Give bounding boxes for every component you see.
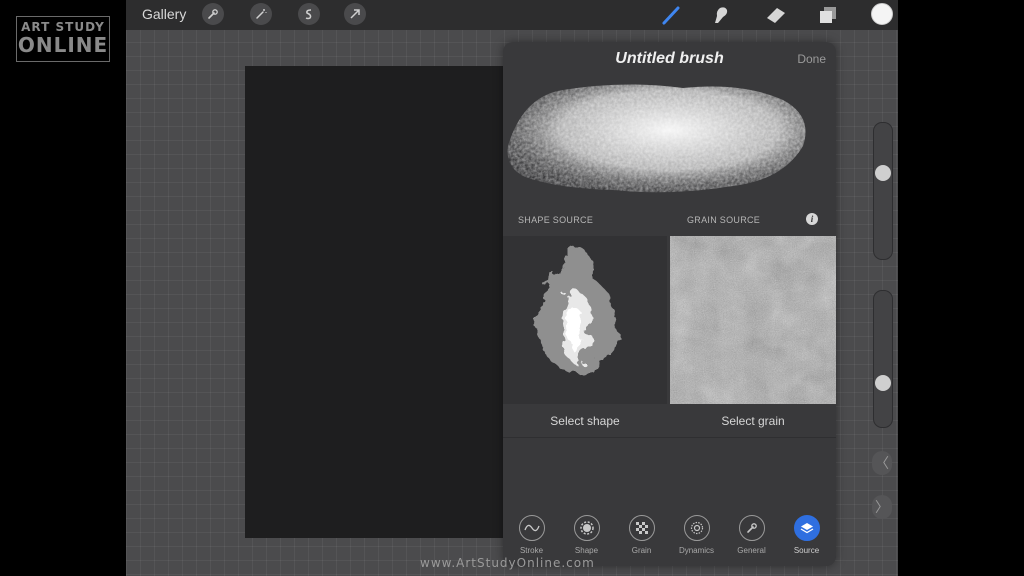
tab-dynamics[interactable]: Dynamics <box>669 515 724 555</box>
art-study-online-logo: ART STUDY ONLINE <box>16 16 110 62</box>
color-swatch[interactable] <box>871 3 893 25</box>
wrench-icon[interactable] <box>202 3 224 25</box>
selection-icon[interactable] <box>298 3 320 25</box>
tab-label: Source <box>793 546 820 555</box>
tab-label: Stroke <box>519 546 544 555</box>
top-toolbar: Gallery <box>126 0 898 30</box>
tab-stroke[interactable]: Stroke <box>504 515 559 555</box>
layers-icon[interactable] <box>815 4 841 26</box>
brush-size-slider[interactable] <box>873 122 893 260</box>
grain-source-thumbnail[interactable] <box>670 236 836 404</box>
opacity-knob[interactable] <box>875 375 891 391</box>
source-layers-icon <box>793 515 820 541</box>
select-shape-button[interactable]: Select shape <box>510 414 660 428</box>
chevron-left-icon[interactable]: 〈 <box>872 451 892 475</box>
grain-source-label: GRAIN SOURCE <box>687 215 761 225</box>
general-wrench-icon <box>738 515 765 541</box>
panel-title: Untitled brush <box>615 50 724 67</box>
done-button[interactable]: Done <box>797 52 826 66</box>
chevron-right-icon[interactable]: 〉 <box>872 495 892 519</box>
magic-wand-icon[interactable] <box>250 3 272 25</box>
transform-arrow-icon[interactable] <box>344 3 366 25</box>
tab-label: Shape <box>574 546 599 555</box>
logo-line-1: ART STUDY <box>21 20 105 34</box>
tab-shape[interactable]: Shape <box>559 515 614 555</box>
select-grain-button[interactable]: Select grain <box>678 414 828 428</box>
opacity-slider[interactable] <box>873 290 893 428</box>
tab-general[interactable]: General <box>724 515 779 555</box>
tab-source[interactable]: Source <box>779 515 834 555</box>
shape-source-thumbnail[interactable] <box>503 236 667 404</box>
footer-url: www.ArtStudyOnline.com <box>420 556 595 570</box>
brush-source-panel: Untitled brush Done SHAPE SOURCE GRAIN S… <box>503 42 836 566</box>
eraser-icon[interactable] <box>763 4 789 26</box>
smudge-icon[interactable] <box>708 4 734 26</box>
shape-source-label: SHAPE SOURCE <box>518 215 594 225</box>
brush-size-knob[interactable] <box>875 165 891 181</box>
tab-label: General <box>737 546 766 555</box>
brush-stroke-preview <box>503 76 836 196</box>
tab-grain[interactable]: Grain <box>614 515 669 555</box>
logo-line-2: ONLINE <box>17 33 109 57</box>
shape-gear-icon <box>573 515 600 541</box>
drawing-canvas[interactable] <box>245 66 505 538</box>
grain-checker-icon <box>628 515 655 541</box>
tab-label: Grain <box>631 546 652 555</box>
dynamics-spiral-icon <box>683 515 710 541</box>
info-icon[interactable]: i <box>806 213 818 225</box>
brush-icon[interactable] <box>659 4 685 26</box>
gallery-button[interactable]: Gallery <box>142 6 186 22</box>
procreate-screen: Gallery 〈 〉 Untitled brush Done SHAPE SO… <box>126 0 898 576</box>
stroke-wave-icon <box>518 515 545 541</box>
tab-label: Dynamics <box>678 546 715 555</box>
